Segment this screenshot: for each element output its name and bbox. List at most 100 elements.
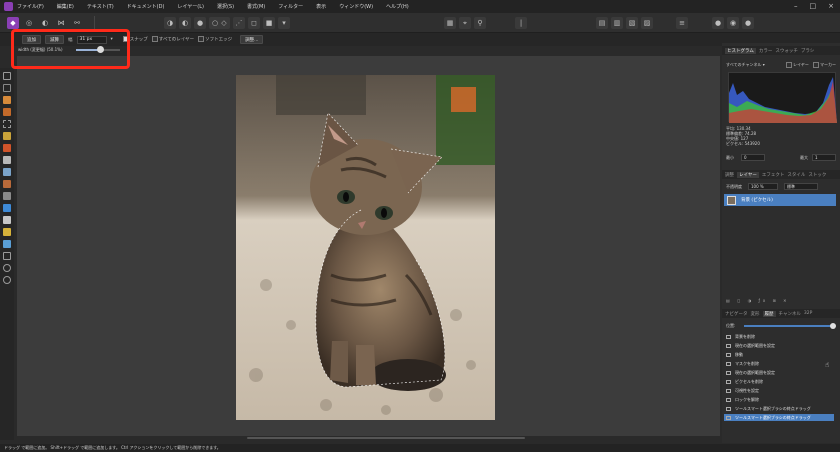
checkbox-icon[interactable] [151,36,158,43]
scrollbar-thumb[interactable] [247,437,525,439]
max-input[interactable]: 1 [812,154,836,161]
history-item-selected[interactable]: ツールスマート選択ブラシの終点ドラッグ [724,414,834,421]
align-top-icon[interactable]: ▨ [641,17,653,29]
shape-tool-icon[interactable] [3,240,11,248]
pen-mode-icon[interactable]: ⋰ [233,17,245,29]
move-tool-icon[interactable] [3,72,11,80]
text-tool-icon[interactable] [3,252,11,260]
menu-layer[interactable]: レイヤー(L) [177,3,204,10]
minimize-icon[interactable]: – [794,2,798,10]
tab-channels[interactable]: チャンネル [779,311,801,317]
layers-icon[interactable]: ▤ [726,298,733,303]
checkbox-icon[interactable] [198,36,205,43]
channel-select[interactable]: すべてのチャンネル ▾ [726,62,765,68]
tab-adjustments[interactable]: 調整 [725,172,734,178]
tab-histogram[interactable]: ヒストグラム [725,47,756,54]
menu-text[interactable]: テキスト(T) [87,3,114,10]
healing-tool-icon[interactable] [3,192,11,200]
tab-navigator[interactable]: ナビゲータ [725,311,748,317]
layer-option[interactable]: レイヤー [786,62,809,68]
history-item[interactable]: ピクセルを削除 [724,378,834,385]
tab-color[interactable]: カラー [759,48,773,54]
brush-icon[interactable]: | [515,17,527,29]
crop-mode-icon[interactable]: ◇ [218,17,230,29]
adjustment-icon[interactable]: ◑ [748,298,755,303]
erase-brush-tool-icon[interactable] [3,156,11,164]
view-tool-icon[interactable] [3,264,11,272]
maximize-icon[interactable]: □ [810,2,817,10]
menu-document[interactable]: ドキュメント(D) [127,3,165,10]
grid-icon[interactable]: ▦ [444,17,456,29]
history-item[interactable]: 現在の選択範囲を設定 [724,369,834,376]
tab-swatches[interactable]: スウォッチ [775,48,798,54]
menu-file[interactable]: ファイル(F) [17,3,44,10]
tab-transform[interactable]: 変形 [751,311,760,317]
blur-tool-icon[interactable] [3,204,11,212]
hsl-icon[interactable]: ● [194,17,206,29]
photo-persona-icon[interactable]: ◆ [7,16,19,29]
horizontal-scrollbar[interactable] [17,436,720,440]
crop-tool-icon[interactable] [3,84,11,92]
marquee-tool-icon[interactable] [3,120,11,128]
tab-stock[interactable]: ストック [808,172,826,178]
menu-format[interactable]: 書式(M) [247,3,265,10]
assistant-icon[interactable]: ● [712,17,724,29]
history-item[interactable]: 現在の選択範囲を設定 [724,342,834,349]
group-icon[interactable]: ⊞ [773,298,779,303]
align-right-icon[interactable]: ▧ [626,17,638,29]
export-persona-icon[interactable]: ⚯ [71,17,83,29]
history-item[interactable]: 可視性を設定 [724,387,834,394]
checkbox-icon[interactable] [813,62,819,68]
menu-view[interactable]: 表示 [316,3,326,10]
color-picker-icon[interactable] [3,132,11,140]
history-slider[interactable] [744,325,834,327]
tab-32p[interactable]: 32P [804,311,812,316]
menu-select[interactable]: 選択(S) [217,3,234,10]
zoom-tool-icon[interactable] [3,276,11,284]
document-image[interactable] [236,75,495,420]
tone-map-persona-icon[interactable]: ⋈ [55,17,67,29]
smudge-tool-icon[interactable] [3,216,11,224]
tab-history[interactable]: 履歴 [762,310,776,317]
quick-mask-icon[interactable]: ◻ [248,17,260,29]
snapping-icon[interactable]: ⌖ [459,17,471,29]
tab-effects[interactable]: エフェクト [762,172,785,178]
selection-brush-tool-icon[interactable] [3,96,11,104]
close-icon[interactable]: × [828,2,834,10]
levels-icon[interactable]: ◐ [179,17,191,29]
history-item[interactable]: ツールスマート選択ブラシの終点ドラッグ [724,405,834,412]
opacity-input[interactable]: 100 % [748,183,778,190]
checkbox-icon[interactable] [786,62,792,68]
fx-icon[interactable]: ƒx [758,298,768,303]
dodge-tool-icon[interactable] [3,168,11,176]
chevron-down-icon[interactable]: ▾ [278,17,290,29]
history-item[interactable]: マスクを削除 [724,360,834,367]
flood-select-tool-icon[interactable] [3,108,11,116]
tab-styles[interactable]: スタイル [787,172,805,178]
liquify-persona-icon[interactable]: ◎ [23,17,35,29]
history-item[interactable]: 背景を削除 [724,333,834,340]
marker-option[interactable]: マーカー [813,62,836,68]
pen-tool-icon[interactable] [3,228,11,236]
trash-icon[interactable]: ✕ [783,298,789,303]
color-wheel-icon[interactable]: ◑ [164,17,176,29]
history-item[interactable]: ロックを解除 [724,396,834,403]
adjust-button[interactable]: 調整... [240,35,264,44]
clone-tool-icon[interactable] [3,180,11,188]
min-input[interactable]: 0 [741,154,765,161]
paint-brush-tool-icon[interactable] [3,144,11,152]
profile-icon[interactable]: ● [742,17,754,29]
menu-filter[interactable]: フィルター [278,3,303,10]
quick-mask-toggle-icon[interactable]: ■ [263,17,275,29]
magnet-icon[interactable]: ⚲ [474,17,486,29]
mask-icon[interactable]: ◻ [737,298,743,303]
tab-layers[interactable]: レイヤー [737,171,759,178]
develop-persona-icon[interactable]: ◐ [39,17,51,29]
layer-row[interactable]: 背景 (ピクセル) [724,194,836,206]
history-slider-knob[interactable] [830,323,836,329]
tab-brushes[interactable]: ブラシ [801,48,814,54]
arrange-icon[interactable]: ≡ [676,17,688,29]
assistant-settings-icon[interactable]: ◉ [727,17,739,29]
history-item[interactable]: 移動 [724,351,834,358]
blend-mode-select[interactable]: 標準 [784,183,818,190]
